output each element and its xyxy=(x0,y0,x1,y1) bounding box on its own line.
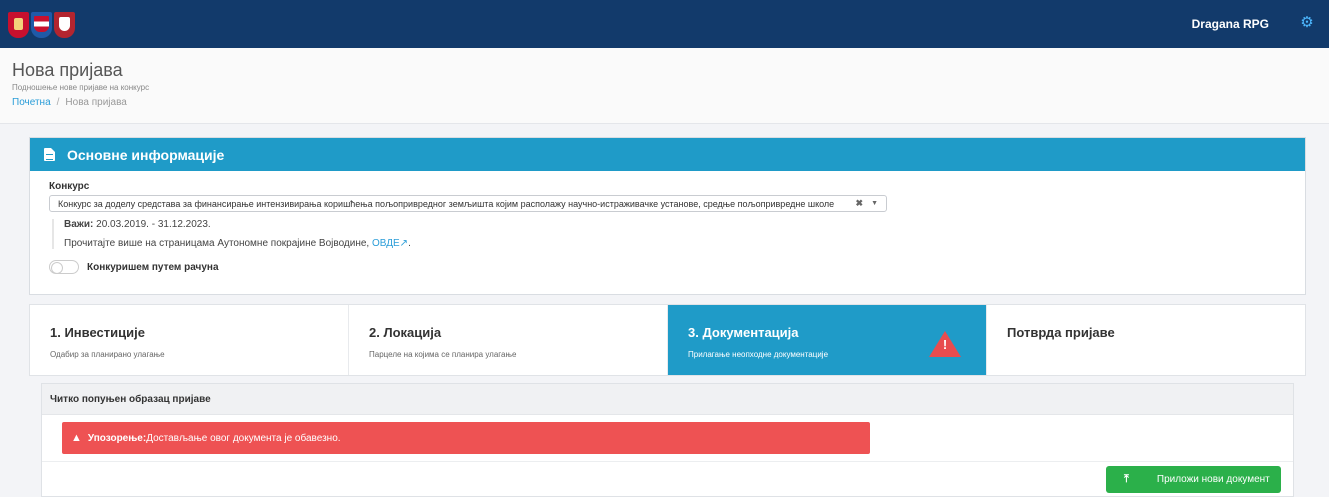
konkurs-select-value: Конкурс за доделу средстава за финансира… xyxy=(58,198,835,209)
clear-selection-icon[interactable]: ✖ xyxy=(856,198,864,209)
konkurs-select[interactable]: Конкурс за доделу средстава за финансира… xyxy=(49,195,887,212)
external-link-icon: ↗ xyxy=(399,238,409,249)
konkurs-details: Важи: 20.03.2019. - 31.12.2023. Прочитај… xyxy=(52,219,1286,249)
upload-icon: ⤒ xyxy=(1124,473,1129,485)
novi-sad-coat-of-arms-logo xyxy=(54,12,75,38)
read-more-text: Прочитајте више на страницама Аутономне … xyxy=(64,238,372,249)
basic-info-header: Основне информације xyxy=(30,138,1305,171)
step-title: Потврда пријаве xyxy=(1007,325,1115,340)
basic-info-title: Основне информације xyxy=(67,146,225,163)
read-more-link-text: ОВДЕ xyxy=(372,238,400,249)
warning-icon: ▲ xyxy=(71,432,82,444)
warning-exclamation-icon: ! xyxy=(942,337,948,352)
document-section: Читко попуњен образац пријаве ▲ Упозорењ… xyxy=(41,383,1294,497)
document-icon xyxy=(44,148,55,161)
read-more-line: Прочитајте више на страницама Аутономне … xyxy=(64,238,1286,249)
step-title: 2. Локација xyxy=(369,325,442,340)
breadcrumb-home-link[interactable]: Почетна xyxy=(12,97,51,108)
konkurs-label: Конкурс xyxy=(49,181,90,192)
attach-document-label: Приложи нови документ xyxy=(1156,474,1270,485)
breadcrumb-separator: / xyxy=(56,97,60,108)
valid-period: Важи: 20.03.2019. - 31.12.2023. xyxy=(64,219,1286,234)
step-subtitle: Парцеле на којима се планира улагање xyxy=(369,350,517,359)
breadcrumb-current: Нова пријава xyxy=(65,97,127,108)
page-title: Нова пријава xyxy=(12,60,123,80)
read-more-end: . xyxy=(408,238,411,249)
alert-text: Достављање овог документа је обавезно. xyxy=(146,432,341,444)
page-header: Нова пријава Подношење нове пријаве на к… xyxy=(0,48,1329,124)
gear-icon[interactable]: ⚙ xyxy=(1298,14,1316,32)
document-section-footer xyxy=(42,461,1293,462)
step-documentation[interactable]: 3. Документација Прилагање неопходне док… xyxy=(668,305,987,375)
step-location[interactable]: 2. Локација Парцеле на којима се планира… xyxy=(349,305,668,375)
breadcrumb: Почетна / Нова пријава xyxy=(12,97,127,108)
valid-value: 20.03.2019. - 31.12.2023. xyxy=(93,219,211,230)
basic-info-panel: Основне информације Конкурс Конкурс за д… xyxy=(29,137,1306,295)
page-subtitle: Подношење нове пријаве на конкурс xyxy=(12,83,150,92)
step-investments[interactable]: 1. Инвестиције Одабир за планирано улага… xyxy=(30,305,349,375)
attach-document-button[interactable]: ⤒ Приложи нови документ xyxy=(1106,466,1281,493)
alert-strong: Упозорење: xyxy=(87,432,147,444)
account-toggle-switch[interactable] xyxy=(49,260,79,274)
read-more-link[interactable]: ОВДЕ↗ xyxy=(372,238,408,249)
valid-label: Важи: xyxy=(64,219,94,230)
wizard-steps: 1. Инвестиције Одабир за планирано улага… xyxy=(29,304,1306,376)
logo-group[interactable] xyxy=(8,12,75,38)
warning-alert: ▲ Упозорење: Достављање овог документа ј… xyxy=(62,422,870,454)
document-section-title: Читко попуњен образац пријаве xyxy=(42,384,1293,415)
step-confirmation[interactable]: Потврда пријаве xyxy=(987,305,1305,375)
account-toggle-label: Конкуришем путем рачуна xyxy=(87,261,219,273)
vojvodina-coat-of-arms-logo xyxy=(31,12,52,38)
serbia-coat-of-arms-logo xyxy=(8,12,29,38)
user-name[interactable]: Dragana RPG xyxy=(1192,17,1269,31)
account-toggle-row: Конкуришем путем рачуна xyxy=(49,260,1286,274)
step-title: 1. Инвестиције xyxy=(50,325,145,340)
step-subtitle: Одабир за планирано улагање xyxy=(50,350,165,359)
chevron-down-icon[interactable]: ▼ xyxy=(871,200,878,207)
top-navbar: Dragana RPG ⚙ xyxy=(0,0,1329,48)
